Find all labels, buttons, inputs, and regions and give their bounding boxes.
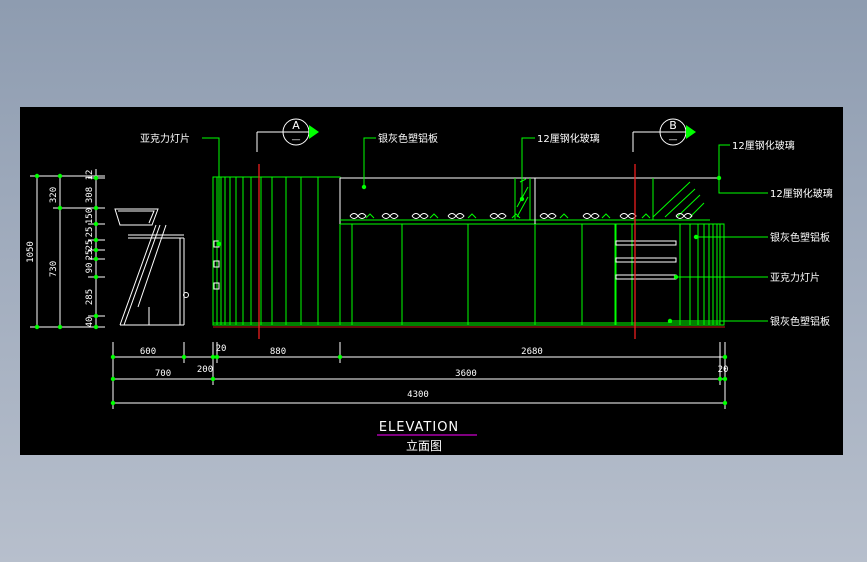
dim-upper: 320 (49, 187, 59, 203)
callout-glass-right-lower: 12厘钢化玻璃 (770, 187, 833, 200)
counter-center (339, 177, 720, 326)
callout-silver-aluminum-right: 银灰色塑铝板 (770, 231, 830, 244)
dim-row1: 880 (270, 347, 286, 357)
callout-texts: 亚克力灯片 银灰色塑铝板 12厘钢化玻璃 12厘钢化玻璃 12厘钢化玻璃 银灰色… (140, 132, 833, 328)
dim-total: 1050 (26, 241, 36, 263)
dim-row2: 20 (718, 365, 729, 375)
drawing-title: ELEVATION (379, 420, 459, 435)
dim-row1: 600 (140, 347, 156, 357)
marker-a-letter: A (292, 119, 300, 132)
glassware-row (349, 213, 693, 219)
dim-seg: 285 (85, 289, 95, 305)
bottom-dimension-texts: 600 20 880 2680 700 200 3600 20 4300 (140, 344, 729, 400)
marker-b-sub: — (669, 135, 678, 145)
drawing-subtitle: 立面图 (406, 438, 442, 453)
cad-viewport[interactable]: 1050 320 730 12 308 150 25 25 25 90 285 … (20, 107, 843, 455)
dim-row1: 2680 (521, 347, 543, 357)
right-shelves (615, 240, 677, 280)
dim-row2: 3600 (455, 369, 477, 379)
dim-seg: 25 (85, 227, 95, 238)
marker-b-letter: B (669, 119, 677, 132)
dim-seg: 150 (85, 208, 95, 224)
callout-glass-top: 12厘钢化玻璃 (537, 132, 600, 145)
dim-row1: 20 (216, 344, 227, 354)
section-marker-a: A — (256, 118, 319, 152)
callout-glass-right-upper: 12厘钢化玻璃 (732, 139, 795, 152)
dim-seg: 90 (85, 263, 95, 274)
callout-dots (216, 175, 722, 324)
dim-row2: 700 (155, 369, 171, 379)
dim-row3: 4300 (407, 390, 429, 400)
callout-acrylic-light-left: 亚克力灯片 (140, 132, 190, 145)
dim-seg: 25 (85, 240, 95, 251)
section-marker-b: B — (632, 118, 696, 152)
callout-silver-aluminum-top: 银灰色塑铝板 (378, 132, 438, 145)
glassware-row-green (365, 213, 651, 219)
callout-acrylic-light-right: 亚克力灯片 (770, 271, 820, 284)
red-center-lines (213, 164, 725, 339)
dim-row2: 200 (197, 365, 213, 375)
dim-seg: 25 (85, 250, 95, 261)
dim-lower: 730 (49, 261, 59, 277)
bar-stool (114, 208, 189, 326)
dim-seg: 40 (85, 317, 95, 328)
dim-seg: 12 (85, 170, 95, 181)
marker-a-sub: — (292, 135, 301, 145)
dim-seg: 308 (85, 187, 95, 203)
elevation-drawing: 1050 320 730 12 308 150 25 25 25 90 285 … (26, 118, 833, 453)
callout-leaders (202, 137, 768, 322)
callout-silver-aluminum-bottom: 银灰色塑铝板 (770, 315, 830, 328)
counter-left-panel (212, 176, 341, 326)
